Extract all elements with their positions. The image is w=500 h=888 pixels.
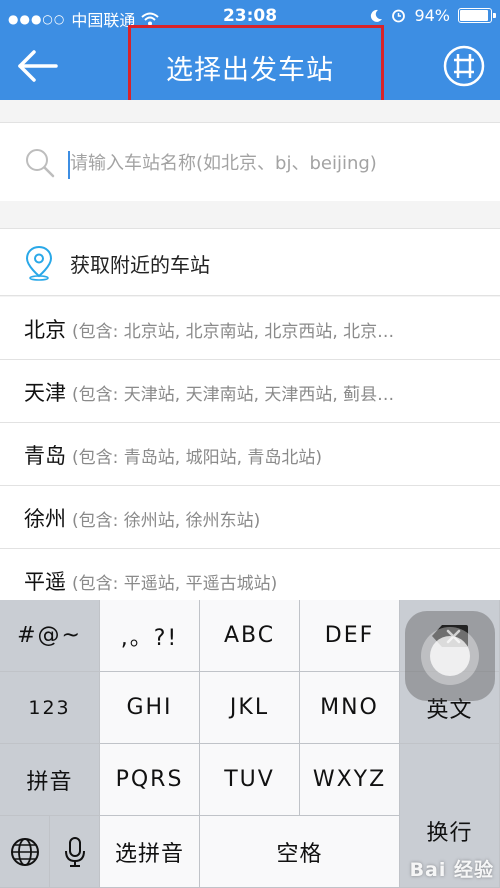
station-name: 平遥	[24, 570, 66, 594]
assistive-touch-button[interactable]	[405, 611, 495, 701]
station-row[interactable]: 青岛 (包含: 青岛站, 城阳站, 青岛北站)	[0, 423, 500, 486]
key-def[interactable]: DEF	[300, 600, 400, 672]
station-row[interactable]: 徐州 (包含: 徐州站, 徐州东站)	[0, 486, 500, 549]
station-detail: (包含: 天津站, 天津南站, 天津西站, 蓟县…	[72, 385, 395, 405]
key-globe[interactable]	[0, 816, 50, 888]
station-detail: (包含: 北京站, 北京南站, 北京西站, 北京…	[72, 322, 395, 342]
key-mno[interactable]: MNO	[300, 672, 400, 744]
station-name: 徐州	[24, 507, 66, 531]
baidu-jingyan-watermark: Bai 经验	[409, 859, 494, 881]
alarm-icon	[392, 9, 406, 23]
moon-icon	[371, 9, 383, 22]
assistive-touch-center	[430, 636, 470, 676]
microphone-icon	[64, 836, 85, 867]
battery-level-fill	[460, 10, 489, 21]
nearby-stations-label: 获取附近的车站	[70, 253, 210, 277]
key-jkl[interactable]: JKL	[200, 672, 300, 744]
search-area	[0, 100, 500, 202]
search-bar	[0, 122, 500, 202]
station-name: 青岛	[24, 444, 66, 468]
station-list: 获取附近的车站 北京 (包含: 北京站, 北京南站, 北京西站, 北京… 天津 …	[0, 201, 500, 612]
key-microphone[interactable]	[50, 816, 100, 888]
battery-icon	[458, 8, 496, 23]
battery-percent: 94%	[414, 6, 450, 25]
station-row[interactable]: 天津 (包含: 天津站, 天津南站, 天津西站, 蓟县…	[0, 360, 500, 423]
key-symbols[interactable]: #@~	[0, 600, 100, 672]
search-icon	[26, 149, 55, 178]
key-space[interactable]: 空格	[200, 816, 400, 888]
nearby-stations-row[interactable]: 获取附近的车站	[0, 228, 500, 296]
key-punctuation[interactable]: ,。?!	[100, 600, 200, 672]
key-wxyz[interactable]: WXYZ	[300, 744, 400, 816]
search-input[interactable]	[70, 139, 490, 187]
key-tuv[interactable]: TUV	[200, 744, 300, 816]
key-pinyin[interactable]: 拼音	[0, 744, 100, 816]
key-select-pinyin[interactable]: 选拼音	[100, 816, 200, 888]
station-detail: (包含: 青岛站, 城阳站, 青岛北站)	[72, 448, 323, 468]
key-ghi[interactable]: GHI	[100, 672, 200, 744]
station-row[interactable]: 北京 (包含: 北京站, 北京南站, 北京西站, 北京…	[0, 297, 500, 360]
key-numbers[interactable]: 123	[0, 672, 100, 744]
globe-icon	[10, 837, 39, 866]
station-detail: (包含: 徐州站, 徐州东站)	[72, 511, 261, 531]
key-pqrs[interactable]: PQRS	[100, 744, 200, 816]
station-name: 北京	[24, 318, 66, 342]
station-detail: (包含: 平遥站, 平遥古城站)	[72, 574, 278, 594]
station-name: 天津	[24, 381, 66, 405]
key-abc[interactable]: ABC	[200, 600, 300, 672]
location-pin-icon	[25, 245, 53, 281]
status-right: 94%	[369, 6, 496, 25]
map-grid-icon[interactable]	[442, 44, 486, 88]
keyboard: #@~ ,。?! ABC DEF 123 GHI JKL MNO 英文 拼音 P…	[0, 600, 500, 888]
